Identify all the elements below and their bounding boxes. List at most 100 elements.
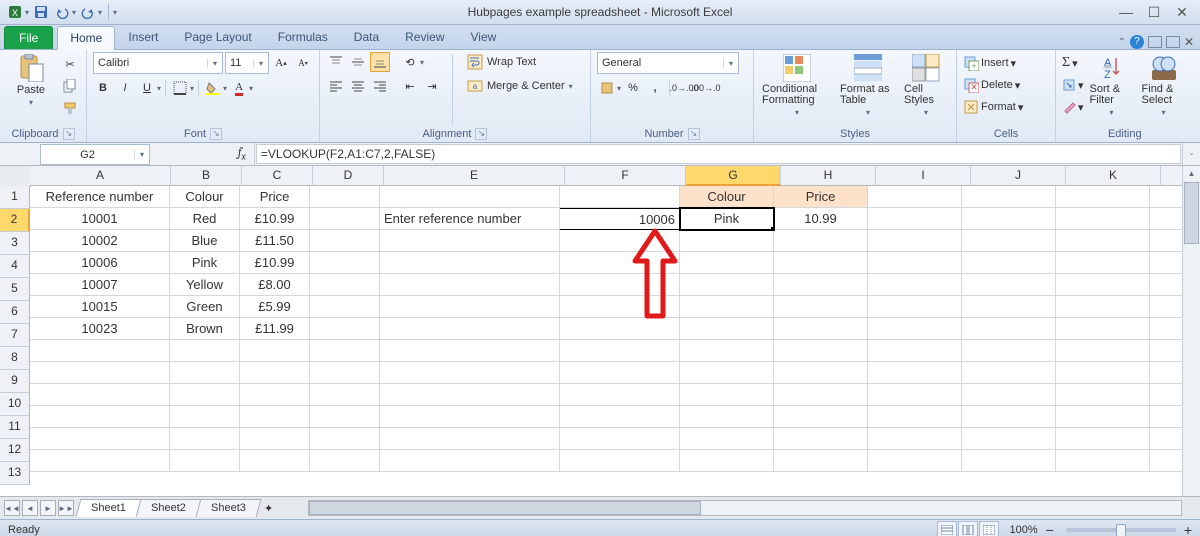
cell[interactable] — [380, 340, 560, 362]
cell[interactable] — [380, 318, 560, 340]
cell[interactable] — [310, 362, 380, 384]
cell[interactable] — [380, 406, 560, 428]
normal-view-icon[interactable] — [937, 521, 957, 536]
cell[interactable]: Blue — [170, 230, 240, 252]
cell[interactable] — [310, 186, 380, 208]
cell[interactable] — [680, 450, 774, 472]
cell[interactable]: Price — [774, 186, 868, 208]
cell[interactable] — [774, 252, 868, 274]
cell[interactable] — [240, 340, 310, 362]
cell-styles-button[interactable]: Cell Styles▾ — [902, 52, 950, 119]
chevron-down-icon[interactable]: ▾ — [617, 84, 621, 93]
cell[interactable] — [240, 450, 310, 472]
row-header[interactable]: 11 — [0, 416, 30, 439]
increase-font-icon[interactable]: A▴ — [271, 53, 291, 73]
cell[interactable]: Colour — [680, 186, 774, 208]
cell[interactable] — [30, 406, 170, 428]
font-size-combo[interactable]: 11▾ — [225, 52, 269, 74]
cell[interactable] — [1056, 186, 1150, 208]
cell[interactable] — [30, 362, 170, 384]
cell[interactable] — [1056, 252, 1150, 274]
ribbon-tab-home[interactable]: Home — [57, 26, 115, 50]
row-header[interactable]: 6 — [0, 301, 30, 324]
cell[interactable] — [868, 296, 962, 318]
cell[interactable]: 10006 — [30, 252, 170, 274]
cell[interactable] — [962, 274, 1056, 296]
percent-icon[interactable]: % — [623, 78, 643, 98]
cell[interactable] — [868, 318, 962, 340]
dropdown-icon[interactable]: ▾ — [98, 8, 102, 17]
cell[interactable]: £11.99 — [240, 318, 310, 340]
cell[interactable] — [1056, 318, 1150, 340]
cell[interactable]: 10001 — [30, 208, 170, 230]
dropdown-icon[interactable]: ▾ — [72, 8, 76, 17]
cell[interactable] — [560, 318, 680, 340]
align-center-icon[interactable] — [348, 76, 368, 96]
zoom-slider[interactable] — [1066, 528, 1176, 532]
cell[interactable]: Green — [170, 296, 240, 318]
conditional-formatting-button[interactable]: Conditional Formatting▾ — [760, 52, 834, 119]
increase-indent-icon[interactable]: ⇥ — [422, 76, 442, 96]
align-bottom-icon[interactable] — [370, 52, 390, 72]
cell[interactable] — [962, 428, 1056, 450]
help-icon[interactable]: ? — [1130, 35, 1144, 49]
format-cells-button[interactable]: Format▾ — [963, 96, 1023, 118]
cell[interactable] — [240, 428, 310, 450]
maximize-button[interactable]: ☐ — [1144, 4, 1164, 21]
row-headers[interactable]: 12345678910111213 — [0, 186, 30, 485]
cell[interactable] — [310, 274, 380, 296]
row-header[interactable]: 7 — [0, 324, 30, 347]
cell[interactable] — [380, 296, 560, 318]
cell[interactable] — [774, 296, 868, 318]
scroll-up-icon[interactable]: ▲ — [1183, 166, 1200, 183]
align-top-icon[interactable] — [326, 52, 346, 72]
cell[interactable] — [310, 296, 380, 318]
sheet-tab[interactable]: Sheet3 — [195, 499, 261, 517]
column-header[interactable]: D — [313, 166, 384, 186]
row-header[interactable]: 10 — [0, 393, 30, 416]
zoom-in-icon[interactable]: + — [1184, 522, 1192, 536]
column-header[interactable]: B — [171, 166, 242, 186]
cell[interactable] — [310, 230, 380, 252]
cell[interactable] — [680, 340, 774, 362]
cell[interactable] — [380, 384, 560, 406]
cell[interactable] — [310, 252, 380, 274]
cell[interactable]: 10023 — [30, 318, 170, 340]
cell[interactable] — [380, 428, 560, 450]
column-header[interactable]: J — [971, 166, 1066, 186]
cell[interactable] — [380, 362, 560, 384]
cell[interactable] — [560, 384, 680, 406]
cut-icon[interactable]: ✂ — [60, 54, 80, 74]
accounting-format-icon[interactable] — [597, 78, 617, 98]
row-header[interactable]: 3 — [0, 232, 30, 255]
cell[interactable] — [774, 384, 868, 406]
formula-bar-expand-icon[interactable]: ⌄ — [1182, 143, 1200, 165]
cell[interactable] — [962, 362, 1056, 384]
cell[interactable] — [868, 230, 962, 252]
cell[interactable] — [170, 340, 240, 362]
cell[interactable] — [962, 296, 1056, 318]
cell[interactable]: £10.99 — [240, 252, 310, 274]
redo-icon[interactable] — [79, 3, 97, 21]
select-all-corner[interactable] — [0, 166, 31, 187]
cell[interactable] — [1056, 274, 1150, 296]
cell[interactable] — [1056, 362, 1150, 384]
cell[interactable] — [560, 340, 680, 362]
cell[interactable]: Enter reference number — [380, 208, 560, 230]
cell[interactable] — [1056, 428, 1150, 450]
row-header[interactable]: 4 — [0, 255, 30, 278]
cell[interactable] — [560, 450, 680, 472]
window-cascade-icon[interactable] — [1166, 36, 1180, 48]
cell[interactable] — [560, 230, 680, 252]
cell[interactable] — [868, 406, 962, 428]
cell[interactable] — [310, 208, 380, 230]
dropdown-icon[interactable]: ▾ — [25, 8, 29, 17]
cell[interactable] — [380, 186, 560, 208]
scroll-thumb[interactable] — [1184, 182, 1199, 244]
row-header[interactable]: 12 — [0, 439, 30, 462]
minimize-ribbon-icon[interactable]: ⌃ — [1118, 37, 1126, 48]
cell[interactable] — [774, 450, 868, 472]
fill-button[interactable]: ▾ — [1062, 74, 1084, 96]
cell[interactable] — [868, 450, 962, 472]
cell[interactable]: Red — [170, 208, 240, 230]
